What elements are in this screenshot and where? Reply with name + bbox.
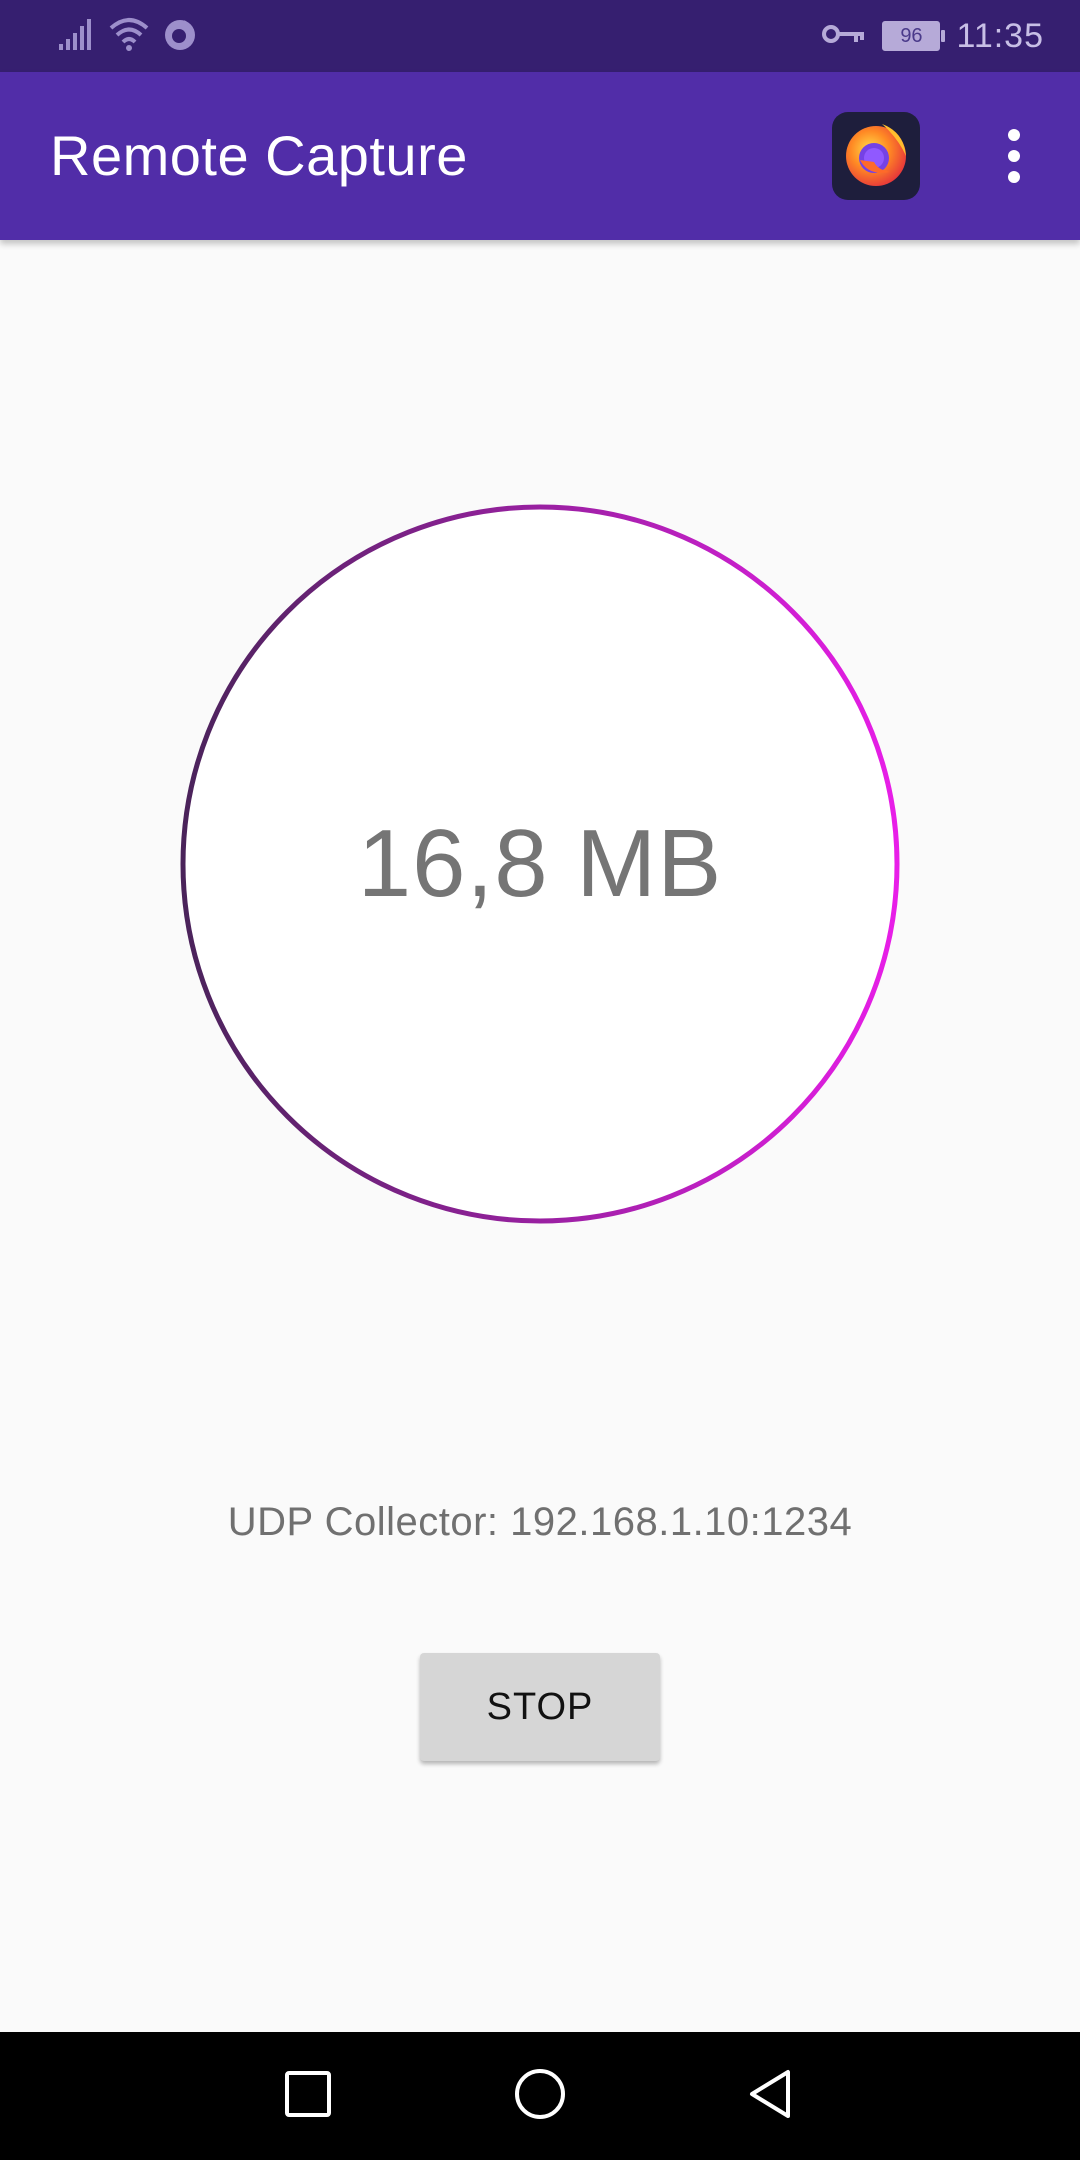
- more-vert-icon-dot: [1008, 171, 1020, 183]
- app-screen: 96 11:35 Remote Capture 16,8 MB UDP Coll…: [0, 0, 1080, 2160]
- app-bar: Remote Capture: [0, 72, 1080, 240]
- home-circle-icon: [514, 2068, 566, 2125]
- udp-collector-label: UDP Collector: 192.168.1.10:1234: [227, 1500, 853, 1544]
- battery-icon: 96: [882, 21, 946, 51]
- back-button[interactable]: [706, 2032, 834, 2160]
- firefox-icon: [840, 118, 912, 195]
- status-time: 11:35: [956, 16, 1044, 55]
- status-left-icons: [58, 16, 198, 57]
- status-bar: 96 11:35: [0, 0, 1080, 72]
- captured-size-text: 16,8 MB: [357, 810, 723, 917]
- recents-button[interactable]: [244, 2032, 372, 2160]
- recents-square-icon: [284, 2070, 332, 2123]
- firefox-app-button[interactable]: [832, 112, 920, 200]
- more-options-button[interactable]: [986, 112, 1042, 200]
- firefox-notification-icon: [162, 16, 198, 57]
- wifi-icon: [108, 16, 150, 57]
- vpn-key-icon: [822, 21, 866, 52]
- status-right-icons: 96 11:35: [822, 0, 1044, 72]
- signal-icon: [58, 16, 96, 57]
- app-title: Remote Capture: [50, 124, 468, 187]
- more-vert-icon-dot: [1008, 150, 1020, 162]
- stop-button[interactable]: STOP: [420, 1653, 660, 1761]
- more-vert-icon-dot: [1008, 129, 1020, 141]
- navigation-bar: [0, 2032, 1080, 2160]
- back-triangle-icon: [746, 2068, 794, 2125]
- home-button[interactable]: [476, 2032, 604, 2160]
